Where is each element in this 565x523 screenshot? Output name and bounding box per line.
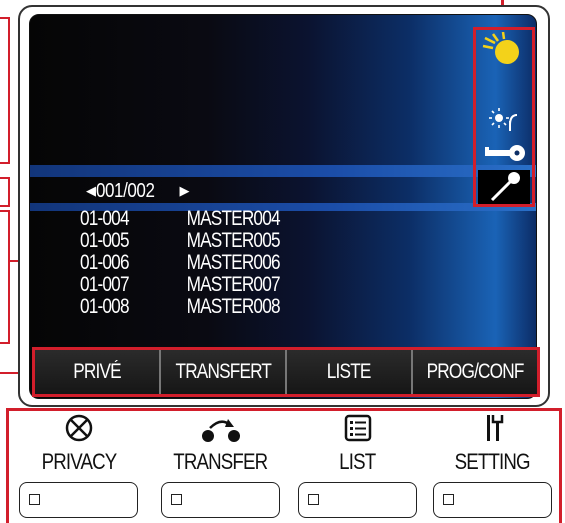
- callout-bracket-list: [0, 210, 10, 344]
- next-page-arrow[interactable]: ▶: [180, 183, 190, 198]
- list-item-name: MASTER005: [186, 229, 281, 252]
- softkey-liste-label: LISTE: [327, 360, 372, 383]
- list-group: LIST: [290, 411, 425, 523]
- callout-bracket-status: [0, 17, 10, 164]
- prev-page-arrow[interactable]: ◀: [86, 183, 96, 198]
- softkey-transfert-label: TRANSFERT: [175, 360, 271, 383]
- softkey-bar: PRIVÉ TRANSFERT LISTE PROG/CONF: [32, 347, 540, 397]
- list-button[interactable]: [298, 482, 417, 518]
- page-indicator: 001/002: [95, 180, 155, 202]
- setting-group: SETTING: [425, 411, 560, 523]
- softkey-transfert[interactable]: TRANSFERT: [161, 350, 287, 394]
- privacy-button-indicator: [29, 494, 40, 505]
- list-button-indicator: [308, 494, 319, 505]
- softkey-prog-conf-label: PROG/CONF: [426, 360, 525, 383]
- setting-button-indicator: [443, 494, 454, 505]
- list-item-number: 01-004: [80, 207, 130, 230]
- list-item-number: 01-005: [80, 229, 130, 252]
- screen-band-top: [30, 165, 536, 177]
- softkey-prog-conf[interactable]: PROG/CONF: [413, 350, 537, 394]
- list-item-name: MASTER008: [186, 295, 281, 318]
- list-label: LIST: [339, 449, 376, 474]
- list-item[interactable]: 01-006 MASTER006: [80, 251, 281, 274]
- list-item-name: MASTER006: [186, 251, 281, 274]
- setting-label: SETTING: [454, 449, 531, 474]
- setting-icon: [425, 413, 560, 443]
- auto-light-icon: [479, 31, 529, 66]
- list-icon: [290, 413, 425, 443]
- list-item[interactable]: 01-007 MASTER007: [80, 273, 281, 296]
- brightness-icon: [479, 105, 529, 139]
- list-item-name: MASTER007: [186, 273, 281, 296]
- callout-bracket-nav: [0, 177, 10, 207]
- transfer-button-indicator: [171, 494, 182, 505]
- softkey-liste[interactable]: LISTE: [287, 350, 413, 394]
- setting-button[interactable]: [433, 482, 552, 518]
- privacy-group: PRIVACY: [11, 411, 146, 523]
- transfer-group: TRANSFER: [153, 411, 288, 523]
- list-item-number: 01-006: [80, 251, 130, 274]
- privacy-icon: [11, 413, 146, 443]
- list-item[interactable]: 01-005 MASTER005: [80, 229, 281, 252]
- transfer-label: TRANSFER: [173, 449, 269, 474]
- softkey-prive-label: PRIVÉ: [73, 360, 121, 383]
- key-icon: [479, 138, 529, 172]
- list-item[interactable]: 01-004 MASTER004: [80, 207, 281, 230]
- button-panel: PRIVACY TRANSFER LIST SETTING: [6, 408, 562, 523]
- page-navigator[interactable]: ◀001/002 ▶: [30, 177, 200, 205]
- privacy-label: PRIVACY: [41, 449, 117, 474]
- privacy-button[interactable]: [19, 482, 138, 518]
- list-item-number: 01-008: [80, 295, 130, 318]
- list-item-name: MASTER004: [186, 207, 281, 230]
- list-item-number: 01-007: [80, 273, 130, 296]
- callout-line-list: [10, 260, 18, 262]
- microphone-icon: [478, 170, 530, 204]
- list-item[interactable]: 01-008 MASTER008: [80, 295, 281, 318]
- softkey-prive[interactable]: PRIVÉ: [35, 350, 161, 394]
- status-icon-column: [473, 27, 535, 207]
- transfer-button[interactable]: [161, 482, 280, 518]
- transfer-icon: [153, 413, 288, 443]
